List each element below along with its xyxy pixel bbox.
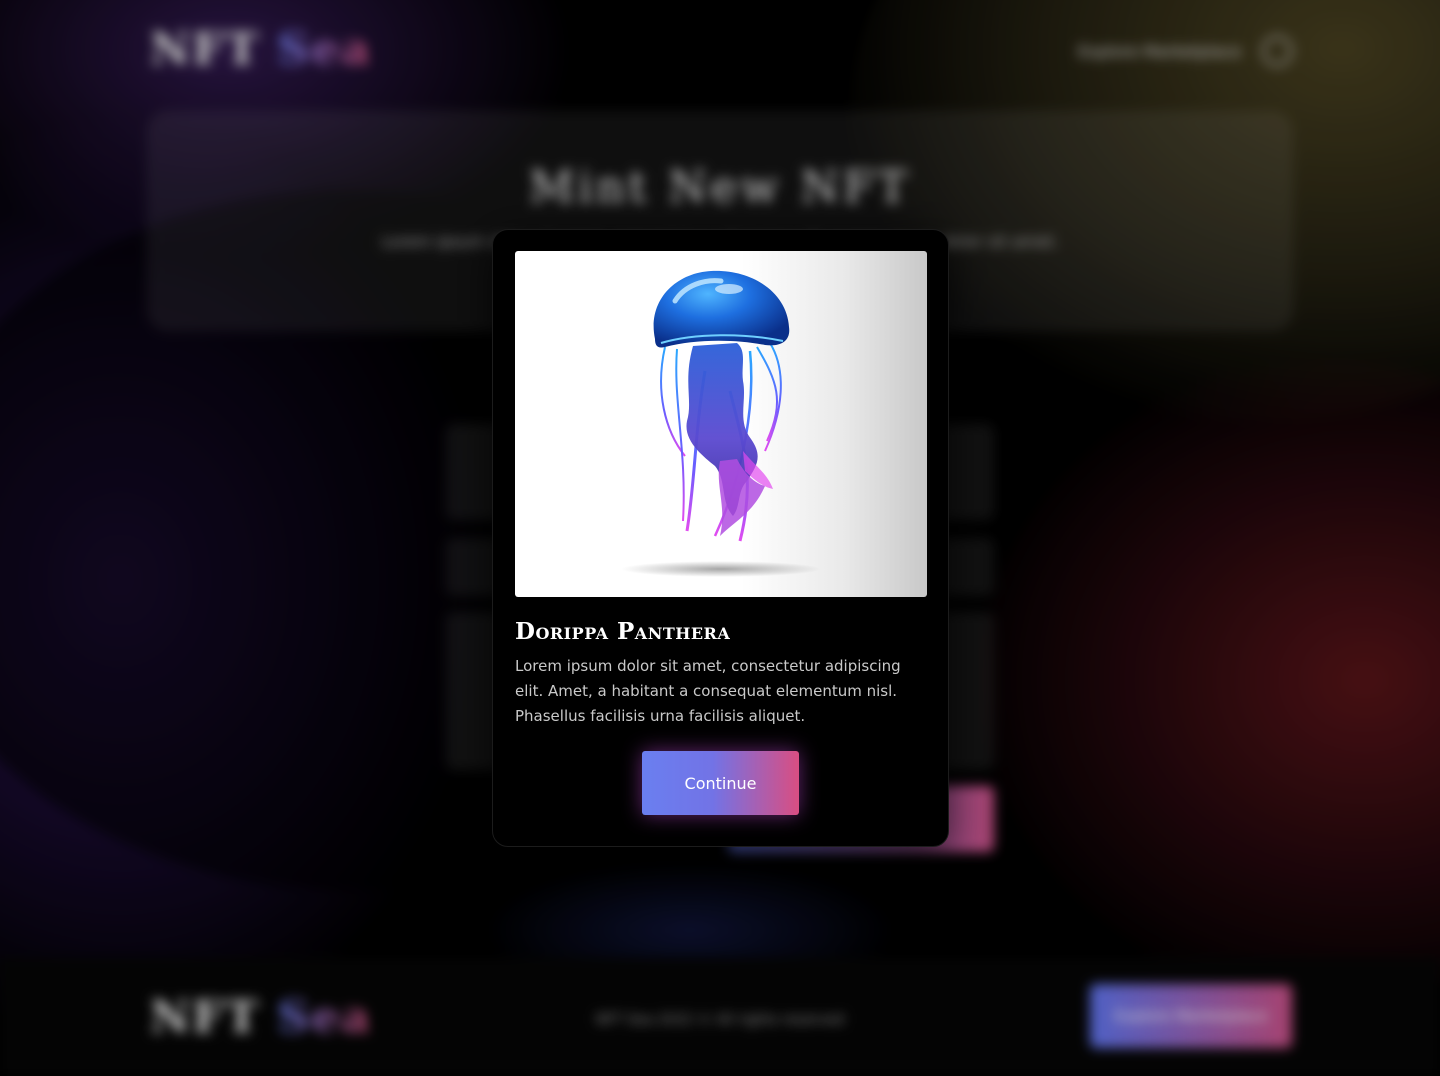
nft-description: Lorem ipsum dolor sit amet, consectetur … bbox=[515, 657, 901, 725]
continue-button[interactable]: Continue bbox=[642, 751, 799, 815]
nft-image bbox=[515, 251, 927, 597]
jellyfish-illustration-icon bbox=[621, 270, 821, 577]
nft-title: Dorippa Panthera bbox=[515, 618, 731, 645]
screen: NFT Sea Explore Marketplace Mint New NFT… bbox=[0, 0, 1440, 1076]
nft-modal: Dorippa Panthera Lorem ipsum dolor sit a… bbox=[492, 229, 949, 847]
